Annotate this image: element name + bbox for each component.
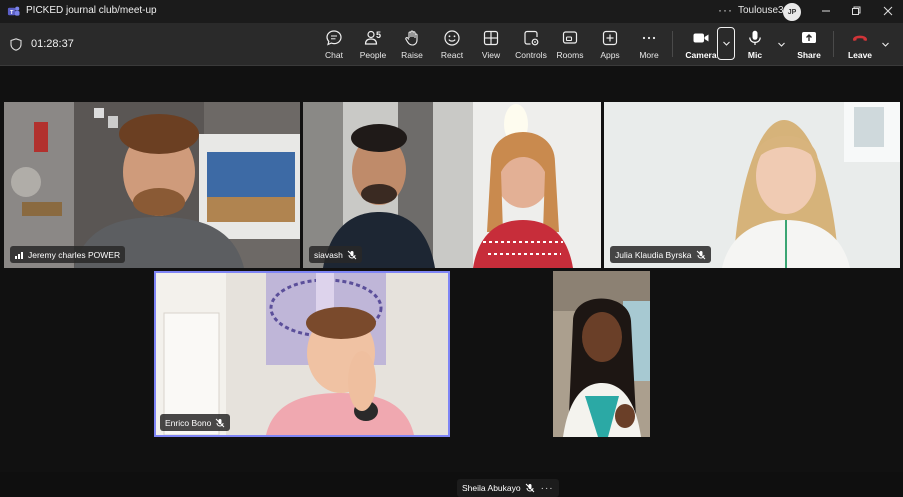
people-count-badge: 5 <box>376 30 382 40</box>
participant-tile-jeremy[interactable]: Jeremy charles POWER <box>4 102 300 268</box>
leave-label: Leave <box>847 50 873 60</box>
participant-name: Julia Klaudia Byrska <box>615 249 692 260</box>
grid-view-icon <box>483 30 499 46</box>
close-icon <box>883 6 893 16</box>
participant-name: Sheila Abukayo <box>462 483 521 493</box>
chat-icon <box>326 30 342 46</box>
avatar[interactable]: JP <box>783 3 801 21</box>
title-more-button[interactable]: ··· <box>718 3 733 17</box>
participant-tile-julia[interactable]: Julia Klaudia Byrska <box>604 102 900 268</box>
rooms-button[interactable]: Rooms <box>550 26 590 63</box>
camera-label: Camera <box>685 50 717 60</box>
svg-text:T: T <box>10 10 14 16</box>
controls-label: Controls <box>515 50 547 60</box>
share-button[interactable]: Share <box>789 26 829 63</box>
people-label: People <box>359 50 387 60</box>
mic-label: Mic <box>747 50 763 60</box>
rooms-icon <box>562 31 578 44</box>
share-screen-icon <box>802 32 816 43</box>
title-bar: T PICKED journal club/meet-up ··· Toulou… <box>0 0 903 23</box>
participant-video <box>156 273 448 435</box>
mic-off-icon <box>215 418 225 427</box>
camera-icon <box>693 33 709 43</box>
chevron-down-icon <box>881 42 889 47</box>
smiley-icon <box>444 30 460 46</box>
hand-icon <box>405 30 418 46</box>
teams-logo-icon: T <box>7 6 20 16</box>
react-label: React <box>440 50 464 60</box>
react-button[interactable]: React <box>432 26 472 63</box>
toolbar-divider <box>833 31 834 57</box>
participant-name: Jeremy charles POWER <box>28 249 121 260</box>
leave-button[interactable]: Leave <box>840 26 880 63</box>
participant-name-tag: siavash <box>309 246 362 263</box>
leave-options-button[interactable] <box>878 37 892 51</box>
participant-name-tag: Sheila Abukayo ··· <box>457 479 559 497</box>
participant-video <box>303 102 601 268</box>
participant-more-button[interactable]: ··· <box>541 483 554 494</box>
restore-button[interactable] <box>843 2 869 20</box>
mic-off-icon <box>347 250 357 259</box>
participant-video <box>553 271 650 437</box>
chat-button[interactable]: Chat <box>314 26 354 63</box>
participant-name: Enrico Bono <box>165 417 212 428</box>
participant-video <box>4 102 300 268</box>
restore-icon <box>852 6 861 15</box>
chevron-down-icon <box>777 42 785 47</box>
mic-off-icon <box>696 250 705 259</box>
apps-button[interactable]: Apps <box>590 26 630 63</box>
raise-hand-button[interactable]: Raise <box>392 26 432 63</box>
participant-tile-sheila[interactable] <box>553 271 650 437</box>
meeting-timer: 01:28:37 <box>31 38 74 50</box>
minimize-icon <box>822 10 830 12</box>
more-button[interactable]: More <box>629 26 669 63</box>
camera-options-button[interactable] <box>717 27 735 60</box>
controls-icon <box>524 30 539 46</box>
participant-tile-enrico[interactable]: Enrico Bono <box>154 271 450 437</box>
more-label: More <box>639 50 659 60</box>
mic-options-button[interactable] <box>774 37 788 51</box>
camera-button[interactable]: Camera <box>681 26 721 63</box>
toolbar-divider <box>672 31 673 57</box>
chevron-down-icon <box>722 41 730 46</box>
hang-up-icon <box>853 35 867 41</box>
rooms-label: Rooms <box>556 50 584 60</box>
org-name[interactable]: Toulouse3 <box>738 5 784 16</box>
participant-video <box>604 102 900 268</box>
mic-off-icon <box>525 483 534 493</box>
raise-label: Raise <box>401 50 423 60</box>
ellipsis-icon <box>642 36 656 40</box>
mic-button[interactable]: Mic <box>735 26 775 63</box>
view-button[interactable]: View <box>471 26 511 63</box>
participant-name-tag: Enrico Bono <box>160 414 231 431</box>
minimize-button[interactable] <box>813 2 839 20</box>
meeting-toolbar: 01:28:37 Chat 5 People Raise React View … <box>0 23 903 66</box>
share-label: Share <box>797 50 821 60</box>
participant-name-tag: Jeremy charles POWER <box>10 246 126 263</box>
chat-label: Chat <box>325 50 343 60</box>
apps-label: Apps <box>600 50 620 60</box>
signal-strength-icon <box>15 252 23 259</box>
window-title: PICKED journal club/meet-up <box>26 5 157 16</box>
view-label: View <box>481 50 501 60</box>
close-button[interactable] <box>875 2 901 20</box>
participant-name: siavash <box>314 249 343 260</box>
people-button[interactable]: 5 People <box>353 26 393 63</box>
microphone-icon <box>749 30 761 45</box>
shield-icon <box>10 38 22 51</box>
add-app-icon <box>602 30 618 46</box>
controls-button[interactable]: Controls <box>511 26 551 63</box>
participant-name-tag: Julia Klaudia Byrska <box>610 246 711 263</box>
video-stage: Jeremy charles POWER siavash Julia Klaud… <box>0 66 903 497</box>
participant-tile-siavash[interactable]: siavash <box>303 102 601 268</box>
